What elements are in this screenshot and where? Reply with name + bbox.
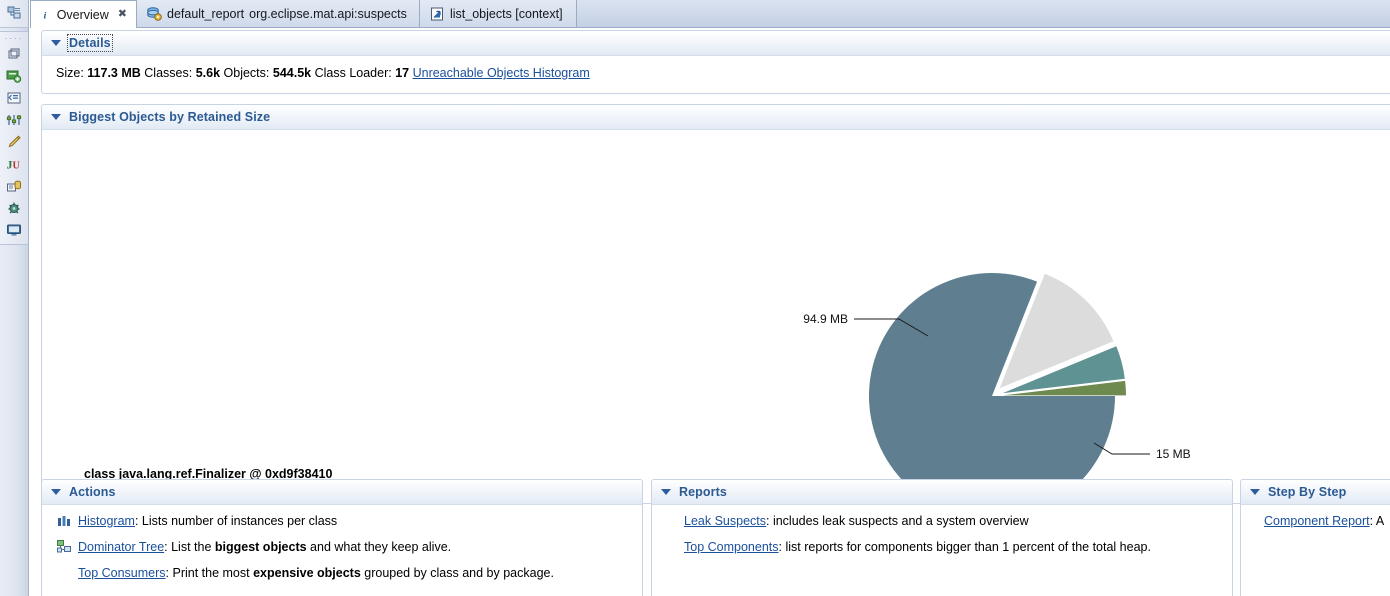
tab-list-objects-label: list_objects [context] xyxy=(450,6,563,21)
pie-chart-svg: 94.9 MB 15 MB 2.2 MB 5.1 MB Total: 117.3… xyxy=(803,273,1191,503)
tab-overview[interactable]: i Overview ✖ xyxy=(30,0,137,28)
retained-size-pie-chart: 94.9 MB 15 MB 2.2 MB 5.1 MB Total: 117.3… xyxy=(42,131,1390,503)
reports-section-header[interactable]: Reports xyxy=(652,480,1232,505)
classloader-label: Class Loader: xyxy=(314,66,392,80)
action-item-dominator-tree: Dominator Tree: List the biggest objects… xyxy=(56,539,628,556)
leak-suspects-link[interactable]: Leak Suspects xyxy=(684,514,766,528)
dominator-desc-post: and what they keep alive. xyxy=(306,540,452,554)
debug-bug-icon[interactable] xyxy=(0,197,27,219)
step-by-step-body: Component Report: A xyxy=(1241,505,1390,549)
classloader-value: 17 xyxy=(395,66,410,80)
report-item-leak-suspects: Leak Suspects: includes leak suspects an… xyxy=(684,513,1218,530)
top-consumers-link[interactable]: Top Consumers xyxy=(78,566,166,580)
step-by-step-section-header[interactable]: Step By Step xyxy=(1241,480,1390,505)
list-icon xyxy=(431,7,443,20)
chevron-down-icon[interactable] xyxy=(51,40,61,46)
chevron-down-icon[interactable] xyxy=(51,114,61,120)
preferences-sliders-icon[interactable] xyxy=(0,109,27,131)
dominator-desc-pre: : List the xyxy=(164,540,215,554)
new-memory-analysis-icon[interactable] xyxy=(0,65,27,87)
details-title: Details xyxy=(67,34,113,52)
step-item-component-report: Component Report: A xyxy=(1264,513,1390,530)
actions-section: Actions Histogram: Lists number of insta… xyxy=(41,479,643,596)
top-consumers-desc-bold: expensive objects xyxy=(253,566,361,580)
actions-section-header[interactable]: Actions xyxy=(42,480,642,505)
top-consumers-desc-pre: : Print the most xyxy=(165,566,254,580)
editor-tab-bar: i Overview ✖ default_report org.eclipse.… xyxy=(30,0,1390,28)
actions-title: Actions xyxy=(69,485,116,499)
svg-text:U: U xyxy=(12,161,19,172)
histogram-desc-pre: : Lists number of instances per class xyxy=(134,514,338,528)
rail-group-explorer xyxy=(0,0,28,28)
leak-suspects-desc: : includes leak suspects and a system ov… xyxy=(766,514,1029,528)
component-report-link[interactable]: Component Report xyxy=(1264,514,1370,528)
objects-value: 544.5k xyxy=(272,66,312,80)
details-body: Size: 117.3 MB Classes: 5.6k Objects: 54… xyxy=(42,56,1390,90)
dominator-tree-icon xyxy=(57,540,71,553)
details-stats-line: Size: 117.3 MB Classes: 5.6k Objects: 54… xyxy=(56,66,1378,80)
actions-body: Histogram: Lists number of instances per… xyxy=(42,505,642,596)
report-text-leak-suspects: Leak Suspects: includes leak suspects an… xyxy=(684,513,1029,530)
tab-overview-close-icon[interactable]: ✖ xyxy=(118,9,127,20)
reports-section: Reports Leak Suspects: includes leak sus… xyxy=(651,479,1233,596)
restore-view-icon[interactable] xyxy=(0,43,27,65)
report-text-top-components: Top Components: list reports for compone… xyxy=(684,539,1151,556)
chevron-down-icon[interactable] xyxy=(51,489,61,495)
biggest-objects-section: Biggest Objects by Retained Size 94.9 MB… xyxy=(41,104,1390,511)
component-report-desc: : A xyxy=(1369,514,1385,528)
pie-label-15mb: 15 MB xyxy=(1156,447,1191,461)
size-label: Size: xyxy=(56,66,84,80)
marker-pen-icon[interactable] xyxy=(0,131,27,153)
objects-label: Objects: xyxy=(223,66,270,80)
chevron-down-icon[interactable] xyxy=(1250,489,1260,495)
open-heap-dump-icon[interactable] xyxy=(0,87,27,109)
pie-label-94-9mb: 94.9 MB xyxy=(803,312,848,326)
rail-grip[interactable]: ···· xyxy=(0,34,28,43)
eclipse-mat-window: ···· J U i Overview ✖ default_report org… xyxy=(0,0,1390,596)
classes-value: 5.6k xyxy=(195,66,221,80)
action-item-top-consumers: Top Consumers: Print the most expensive … xyxy=(56,565,628,582)
tab-overview-label: Overview xyxy=(56,7,109,22)
report-item-top-components: Top Components: list reports for compone… xyxy=(684,539,1218,556)
top-components-desc: : list reports for components bigger tha… xyxy=(778,540,1151,554)
tab-list-objects[interactable]: list_objects [context] xyxy=(420,0,577,27)
report-icon xyxy=(147,6,162,21)
histogram-link[interactable]: Histogram xyxy=(78,514,135,528)
dominator-desc-bold: biggest objects xyxy=(214,540,307,554)
package-explorer-icon[interactable] xyxy=(0,2,27,24)
overview-editor: Details Size: 117.3 MB Classes: 5.6k Obj… xyxy=(30,28,1390,596)
tab-default-report-label: default_report xyxy=(167,6,245,21)
top-consumers-desc-post: grouped by class and by package. xyxy=(360,566,554,580)
step-by-step-title: Step By Step xyxy=(1268,485,1347,499)
action-text-histogram: Histogram: Lists number of instances per… xyxy=(78,513,337,530)
dump-heap-icon[interactable] xyxy=(0,175,27,197)
details-section: Details Size: 117.3 MB Classes: 5.6k Obj… xyxy=(41,30,1390,94)
info-icon: i xyxy=(44,11,47,21)
tab-default-report[interactable]: default_report org.eclipse.mat.api:suspe… xyxy=(137,0,420,27)
chevron-down-icon[interactable] xyxy=(661,489,671,495)
reports-title: Reports xyxy=(679,485,727,499)
action-text-top-consumers: Top Consumers: Print the most expensive … xyxy=(78,565,554,582)
action-item-histogram: Histogram: Lists number of instances per… xyxy=(56,513,628,530)
details-section-header[interactable]: Details xyxy=(42,31,1390,56)
left-icon-rail: ···· J U xyxy=(0,0,29,596)
action-text-dominator-tree: Dominator Tree: List the biggest objects… xyxy=(78,539,451,556)
svg-text:i: i xyxy=(44,11,47,21)
classes-label: Classes: xyxy=(144,66,193,80)
dominator-tree-link[interactable]: Dominator Tree xyxy=(78,540,164,554)
step-by-step-section: Step By Step Component Report: A xyxy=(1240,479,1390,596)
console-icon[interactable] xyxy=(0,219,27,241)
biggest-objects-title: Biggest Objects by Retained Size xyxy=(69,110,271,124)
junit-icon[interactable]: J U xyxy=(0,153,27,175)
biggest-objects-section-header[interactable]: Biggest Objects by Retained Size xyxy=(42,105,1390,130)
unreachable-objects-histogram-link[interactable]: Unreachable Objects Histogram xyxy=(413,66,590,80)
reports-body: Leak Suspects: includes leak suspects an… xyxy=(652,505,1232,575)
top-components-link[interactable]: Top Components xyxy=(684,540,779,554)
histogram-icon xyxy=(58,516,70,526)
size-value: 117.3 MB xyxy=(87,66,141,80)
tab-default-report-subtitle: org.eclipse.mat.api:suspects xyxy=(249,6,407,21)
step-text-component-report: Component Report: A xyxy=(1264,513,1384,530)
rail-group-tools: ···· J U xyxy=(0,31,28,245)
